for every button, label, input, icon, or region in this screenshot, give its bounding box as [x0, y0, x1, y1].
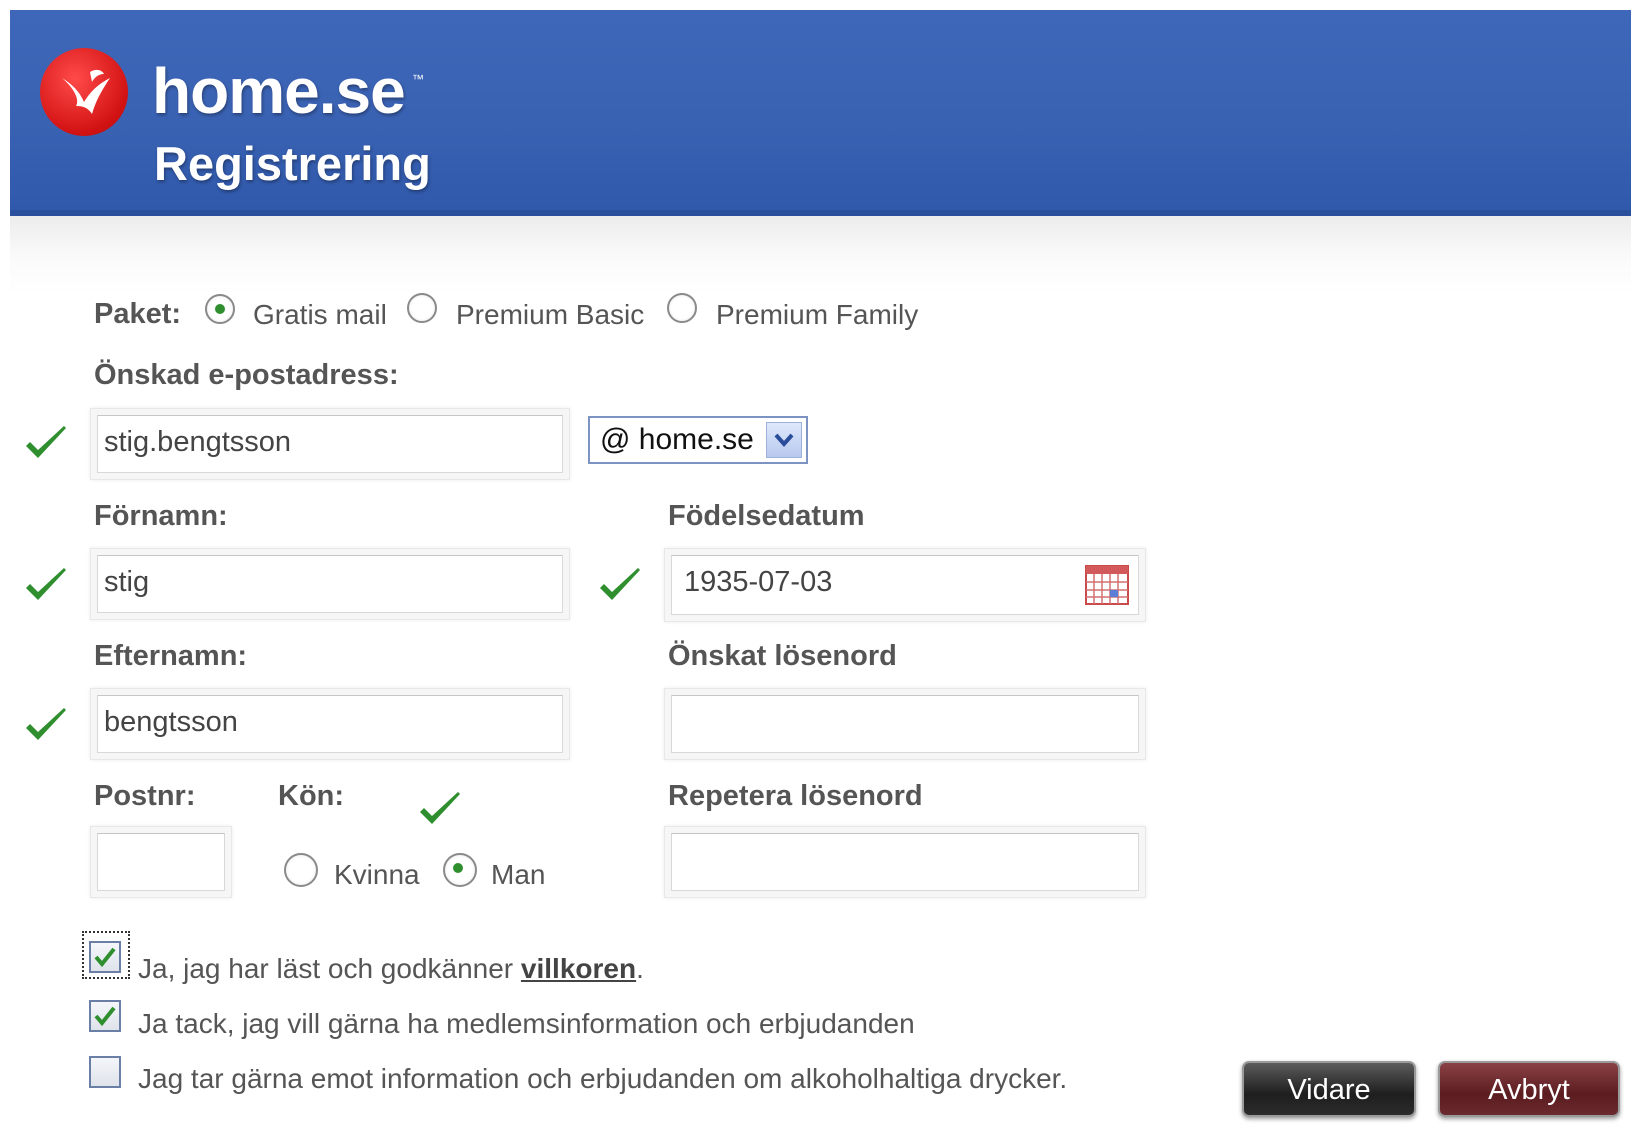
gender-option-man: Man — [491, 859, 546, 890]
bird-logo-icon — [40, 48, 128, 136]
header-banner: home.se ™ Registrering — [10, 10, 1631, 216]
checkbox-check-icon — [94, 1006, 116, 1027]
checkmark-icon — [600, 568, 640, 600]
postal-code-field[interactable] — [90, 826, 232, 898]
calendar-icon[interactable] — [1085, 565, 1129, 605]
gender-option-kvinna: Kvinna — [334, 859, 420, 890]
last-name-input[interactable]: bengtsson — [97, 695, 563, 753]
birthdate-label: Födelsedatum — [668, 500, 865, 532]
package-label: Paket: — [94, 298, 182, 330]
repeat-password-label: Repetera lösenord — [668, 780, 923, 812]
next-button[interactable]: Vidare — [1242, 1061, 1416, 1117]
radio-premium-family[interactable] — [667, 293, 697, 323]
package-option-premium-basic: Premium Basic — [456, 299, 645, 330]
radio-premium-basic[interactable] — [407, 293, 437, 323]
email-field[interactable]: stig.bengtsson — [90, 408, 570, 480]
radio-kvinna[interactable] — [284, 853, 318, 887]
terms-text: Ja, jag har läst och godkänner villkoren… — [138, 953, 644, 985]
checkmark-icon — [420, 792, 460, 824]
terms-prefix: Ja, jag har läst och godkänner — [138, 953, 521, 984]
last-name-label: Efternamn: — [94, 640, 248, 672]
domain-select[interactable]: @ home.se — [588, 416, 808, 464]
first-name-field[interactable]: stig — [90, 548, 570, 620]
alcohol-text: Jag tar gärna emot information och erbju… — [138, 1063, 1068, 1094]
repeat-password-field[interactable] — [664, 826, 1146, 898]
checkbox-check-icon — [94, 947, 116, 968]
email-input[interactable]: stig.bengtsson — [97, 415, 563, 473]
birthdate-field[interactable]: 1935-07-03 — [664, 548, 1146, 622]
package-option-gratis: Gratis mail — [253, 299, 387, 330]
repeat-password-input[interactable] — [671, 833, 1139, 891]
form-panel — [10, 216, 1631, 1138]
newsletter-text: Ja tack, jag vill gärna ha medlemsinform… — [138, 1008, 915, 1039]
checkmark-icon — [26, 568, 66, 600]
password-input[interactable] — [671, 695, 1139, 753]
radio-gratis-mail[interactable] — [205, 294, 235, 324]
password-label: Önskat lösenord — [668, 640, 897, 672]
last-name-field[interactable]: bengtsson — [90, 688, 570, 760]
terms-suffix: . — [636, 953, 644, 984]
radio-man[interactable] — [443, 853, 477, 887]
first-name-input[interactable]: stig — [97, 555, 563, 613]
trademark: ™ — [412, 72, 424, 86]
page-title: Registrering — [154, 137, 431, 190]
brand-name: home.se — [152, 55, 406, 127]
gender-label: Kön: — [278, 780, 345, 812]
postal-code-input[interactable] — [97, 833, 225, 891]
alcohol-checkbox[interactable] — [89, 1056, 121, 1088]
first-name-label: Förnamn: — [94, 500, 228, 532]
postal-code-label: Postnr: — [94, 780, 196, 812]
package-option-premium-family: Premium Family — [716, 299, 919, 330]
cancel-button[interactable]: Avbryt — [1438, 1061, 1620, 1117]
checkmark-icon — [26, 426, 66, 458]
domain-select-value: @ home.se — [600, 423, 754, 456]
newsletter-checkbox[interactable] — [89, 1000, 121, 1032]
terms-checkbox[interactable] — [89, 941, 121, 973]
birthdate-input[interactable]: 1935-07-03 — [671, 555, 1139, 615]
email-label: Önskad e-postadress: — [94, 359, 399, 391]
terms-link[interactable]: villkoren — [521, 953, 636, 984]
password-field[interactable] — [664, 688, 1146, 760]
checkmark-icon — [26, 708, 66, 740]
chevron-down-icon[interactable] — [766, 422, 802, 458]
